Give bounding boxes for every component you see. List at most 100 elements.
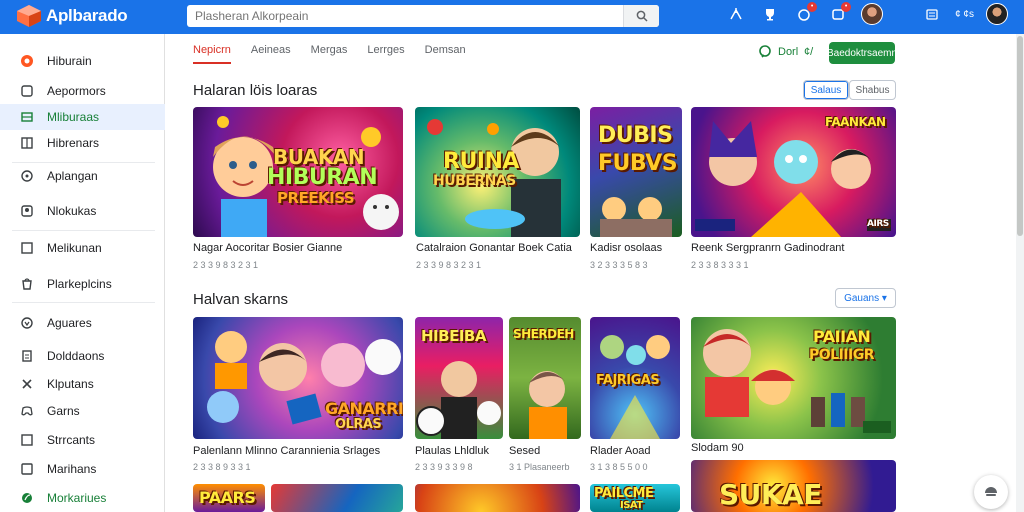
game-card-thumbnail[interactable]: PAARS xyxy=(193,484,265,512)
search-bar[interactable] xyxy=(187,5,659,27)
sidebar-item-aguares[interactable]: Aguares xyxy=(0,310,165,336)
card-art-title: PREEKISS xyxy=(277,189,355,207)
square-icon xyxy=(20,241,34,255)
tab-aeineas[interactable]: Aeineas xyxy=(251,44,291,64)
brand-circle-icon xyxy=(20,54,34,68)
app-logo[interactable]: Aplbarado xyxy=(16,4,128,28)
game-card-thumbnail[interactable] xyxy=(415,484,580,512)
game-card-thumbnail[interactable]: DUBIS FUBVS xyxy=(590,107,682,237)
tab-lerrges[interactable]: Lerrges xyxy=(367,44,404,64)
leaf-icon xyxy=(20,491,34,505)
game-card-thumbnail[interactable]: FAANKAN AIRS xyxy=(691,107,896,237)
category-tabs: Nepicrn Aeineas Mergas Lerrges Demsan xyxy=(193,44,466,64)
card-title[interactable]: Sesed xyxy=(509,445,540,457)
card-title[interactable]: Catalraion Gonantar Boek Catia xyxy=(416,242,572,254)
card-art-title: DUBIS xyxy=(598,123,673,148)
scrollbar-thumb[interactable] xyxy=(1017,36,1023,236)
section-title: Halaran löis loaras xyxy=(193,82,318,99)
profile-avatar[interactable] xyxy=(986,3,1008,25)
sidebar-item-label: Aplangan xyxy=(47,169,98,183)
shopping-icon xyxy=(20,277,34,291)
square-icon xyxy=(20,433,34,447)
filter-pill-shabus[interactable]: Shabus xyxy=(849,80,896,100)
sidebar-item-klputans[interactable]: Klputans xyxy=(0,371,165,397)
card-art-title: PAILCME xyxy=(594,486,654,501)
sidebar-item-label: Hiburain xyxy=(47,54,92,68)
card-meta: 2 3 3 9 8 3 2 3 1 xyxy=(416,260,482,270)
primary-action-button[interactable]: Baedoktrsaemn xyxy=(827,42,897,64)
sidebar-item-hibrenars[interactable]: Hibrenars xyxy=(0,130,165,156)
game-card-thumbnail[interactable]: HIBEIBA xyxy=(415,317,503,439)
support-icon[interactable] xyxy=(758,45,772,59)
notifications-button[interactable]: • xyxy=(827,2,852,25)
cross-icon xyxy=(20,377,34,391)
sidebar-item-morkariues[interactable]: Morkariues xyxy=(0,485,165,511)
sidebar-item-melikunan[interactable]: Melikunan xyxy=(0,235,165,261)
game-card-thumbnail[interactable]: RUINA HUBERNAS xyxy=(415,107,580,237)
card-art-title: SHERDEH xyxy=(513,327,574,341)
sidebar-item-label: Dolddaons xyxy=(47,349,105,363)
tab-nepicrn[interactable]: Nepicrn xyxy=(193,44,231,64)
chat-fab-button[interactable] xyxy=(974,475,1008,509)
card-meta: 2 3 3 9 3 3 9 8 xyxy=(415,462,473,472)
card-art-title: RUINA xyxy=(443,149,519,174)
game-card-thumbnail[interactable]: PAIIAN POLIIIGR xyxy=(691,317,896,439)
sidebar-item-label: Garns xyxy=(47,404,80,418)
app-logo-icon xyxy=(17,5,41,27)
gamepad-icon xyxy=(20,404,34,418)
sidebar: Hiburain Aepormors Mliburaas Hibrenars A… xyxy=(0,34,165,512)
sidebar-item-label: Marihans xyxy=(47,462,97,476)
card-art-title: PAARS xyxy=(199,488,256,507)
card-title[interactable]: Plaulas Lhldluk xyxy=(415,445,489,457)
sidebar-item-hiburain[interactable]: Hiburain xyxy=(0,48,165,74)
card-art-title: FAANKAN xyxy=(825,115,886,129)
user-avatar[interactable] xyxy=(861,3,884,25)
card-title[interactable]: Palenlann Mlinno Carannienia Srlages xyxy=(193,445,380,457)
card-art-title: ISAT xyxy=(620,500,643,511)
person-icon xyxy=(20,204,34,218)
card-title[interactable]: Reenk Sergpranrn Gadinodrant xyxy=(691,242,844,254)
square-icon xyxy=(20,84,34,98)
card-art-title: AIRS xyxy=(867,219,889,229)
sidebar-item-label: Strrcants xyxy=(47,433,96,447)
card-title[interactable]: Nagar Aocoritar Bosier Gianne xyxy=(193,242,342,254)
tool-icon xyxy=(730,8,742,20)
sidebar-item-dolddaons[interactable]: Dolddaons xyxy=(0,343,165,369)
game-card-thumbnail[interactable]: GANARRI OLRAS xyxy=(193,317,403,439)
tools-button[interactable] xyxy=(725,3,747,25)
wallet-button[interactable] xyxy=(921,3,943,25)
sidebar-item-nlokukas[interactable]: Nlokukas xyxy=(0,198,165,224)
support-label[interactable]: Dorl xyxy=(778,46,798,58)
sidebar-item-plarkeplcins[interactable]: Plarkeplcins xyxy=(0,271,165,297)
game-card-thumbnail[interactable]: SUKAE xyxy=(691,460,896,512)
sort-dropdown[interactable]: Gauans ▾ xyxy=(835,288,896,308)
sidebar-item-label: Morkariues xyxy=(47,491,107,505)
game-card-thumbnail[interactable]: PAILCME ISAT xyxy=(590,484,680,512)
sidebar-item-garns[interactable]: Garns xyxy=(0,398,165,424)
card-art-title: OLRAS xyxy=(335,417,382,432)
card-title[interactable]: Slodam 90 xyxy=(691,442,744,454)
sidebar-item-marihans[interactable]: Marihans xyxy=(0,456,165,482)
sidebar-item-mliburaas[interactable]: Mliburaas xyxy=(0,104,165,130)
sidebar-item-strrcants[interactable]: Strrcants xyxy=(0,427,165,453)
card-title[interactable]: Rlader Aoad xyxy=(590,445,651,457)
rewards-button[interactable]: • xyxy=(793,2,818,25)
search-input[interactable] xyxy=(187,6,623,26)
sidebar-item-label: Hibrenars xyxy=(47,136,100,150)
square-icon xyxy=(20,462,34,476)
trophy-button[interactable] xyxy=(759,3,781,25)
card-meta: 2 3 3 8 3 3 3 1 xyxy=(691,260,749,270)
search-button[interactable] xyxy=(623,5,659,27)
tab-mergas[interactable]: Mergas xyxy=(311,44,348,64)
sidebar-item-aepormors[interactable]: Aepormors xyxy=(0,78,165,104)
tab-demsan[interactable]: Demsan xyxy=(425,44,466,64)
filter-pill-salaus[interactable]: Salaus xyxy=(803,80,849,100)
card-title[interactable]: Kadisr osolaas xyxy=(590,242,662,254)
game-card-thumbnail[interactable]: SHERDEH xyxy=(509,317,581,439)
game-card-thumbnail[interactable]: FAJRIGAS xyxy=(590,317,680,439)
app-title: Aplbarado xyxy=(46,6,128,25)
chat-icon xyxy=(985,487,997,496)
game-card-thumbnail[interactable]: BUAKAN HIBURAN PREEKISS xyxy=(193,107,403,237)
game-card-thumbnail[interactable] xyxy=(271,484,403,512)
sidebar-item-aplangan[interactable]: Aplangan xyxy=(0,163,165,189)
